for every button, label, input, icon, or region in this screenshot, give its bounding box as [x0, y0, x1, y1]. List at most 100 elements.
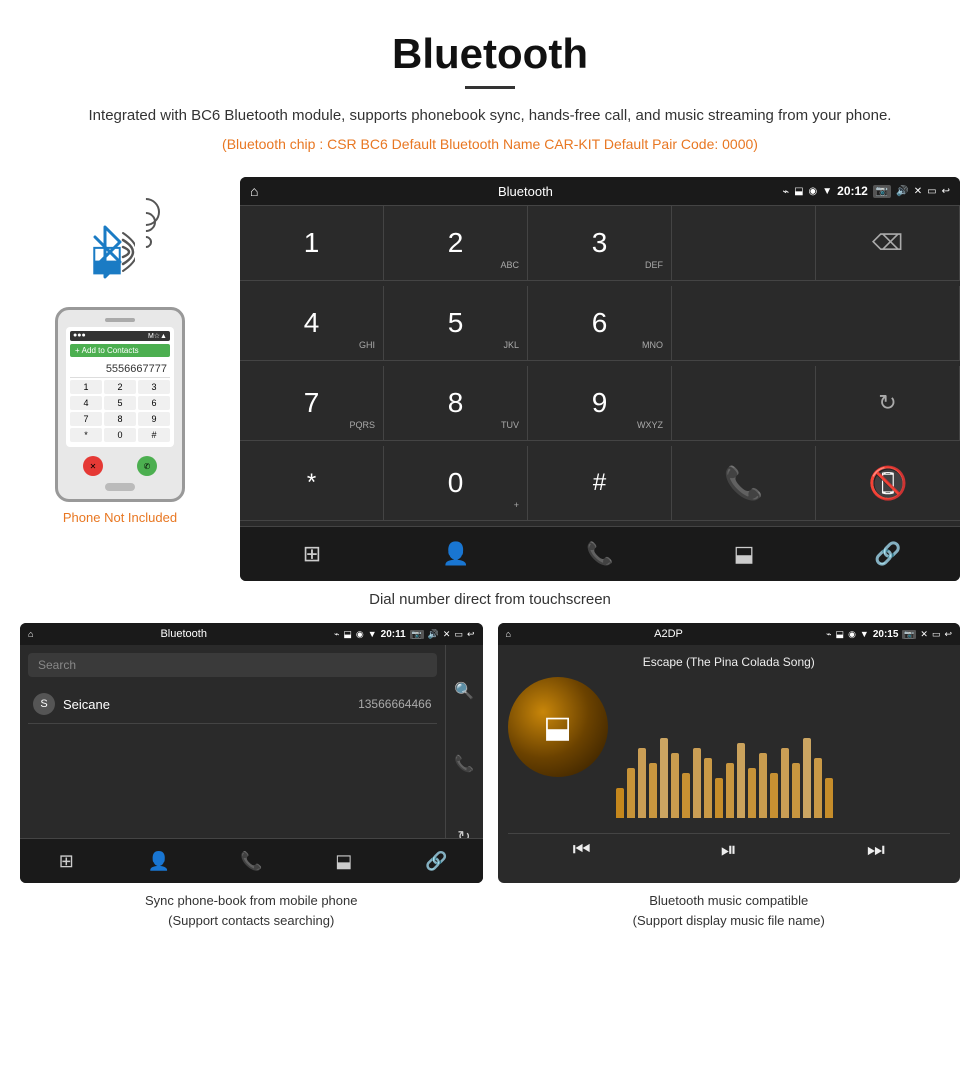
- phonebook-sig-icon: ▼: [368, 629, 377, 639]
- music-play-btn[interactable]: ⏯: [721, 839, 737, 862]
- status-icons: ⬓ ◉ ▼ 20:12 📷 🔊 ✕ ▭ ↩: [794, 184, 950, 198]
- pb-nav-phone[interactable]: 📞: [205, 839, 298, 883]
- music-bt-icon: ⬓: [836, 629, 845, 640]
- dial-key-2[interactable]: 2ABC: [384, 206, 528, 281]
- back-icon: ↩: [942, 186, 950, 197]
- dial-key-9[interactable]: 9WXYZ: [528, 366, 672, 441]
- bottom-nav-bar: ⊞ 👤 📞 ⬓ 🔗: [240, 526, 960, 581]
- nav-dialpad-icon[interactable]: ⊞: [240, 527, 384, 581]
- phone-dialpad: 1 2 3 4 5 6 7 8 9 * 0 #: [70, 380, 170, 442]
- dial-sub-5: JKL: [503, 340, 519, 350]
- phonebook-vol-icon: 🔊: [428, 629, 439, 640]
- dial-key-0[interactable]: 0+: [384, 446, 528, 521]
- page-title: Bluetooth: [60, 30, 920, 78]
- music-loc-icon: ◉: [848, 629, 856, 640]
- dial-hangup-btn[interactable]: 📵: [816, 446, 960, 521]
- phone-key-hash: #: [138, 428, 170, 442]
- dial-sub-8: TUV: [501, 420, 519, 430]
- dial-backspace[interactable]: ⌫: [816, 206, 960, 281]
- dialpad-grid: 1 2ABC 3DEF ⌫ 4GHI 5JKL 6MNO 7PQRS 8TUV …: [240, 205, 960, 526]
- contact-row: S Seicane 13566664466: [28, 685, 437, 724]
- dial-call-btn[interactable]: 📞: [672, 446, 816, 521]
- dial-key-3[interactable]: 3DEF: [528, 206, 672, 281]
- bt-symbol-svg: [85, 222, 135, 282]
- phonebook-call-icon[interactable]: 📞: [454, 754, 474, 774]
- dial-key-star[interactable]: *: [240, 446, 384, 521]
- pb-nav-link[interactable]: 🔗: [390, 839, 483, 883]
- eq-bar-9: [715, 778, 723, 818]
- phone-key-0: 0: [104, 428, 136, 442]
- eq-bar-4: [660, 738, 668, 818]
- main-status-bar: ⌂ Bluetooth ⌁ ⬓ ◉ ▼ 20:12 📷 🔊 ✕ ▭ ↩: [240, 177, 960, 205]
- dial-key-4[interactable]: 4GHI: [240, 286, 384, 361]
- phonebook-caption: Sync phone-book from mobile phone (Suppo…: [20, 891, 483, 930]
- music-x-icon: ✕: [920, 629, 928, 640]
- phonebook-home-icon: ⌂: [28, 629, 33, 639]
- pb-nav-dialpad[interactable]: ⊞: [20, 839, 113, 883]
- phonebook-screen-box: ⌂ Bluetooth ⌁ ⬓ ◉ ▼ 20:11 📷 🔊 ✕ ▭ ↩ Sear…: [20, 623, 483, 883]
- pb-nav-contacts[interactable]: 👤: [113, 839, 206, 883]
- phone-screen: ●●● M☆▲ +Add to Contacts 5556667777 1 2 …: [66, 327, 174, 447]
- eq-bar-10: [726, 763, 734, 818]
- phonebook-usb-icon: ⌁: [334, 629, 339, 640]
- eq-bar-1: [627, 768, 635, 818]
- nav-link-icon[interactable]: 🔗: [816, 527, 960, 581]
- eq-bar-5: [671, 753, 679, 818]
- eq-bar-3: [649, 763, 657, 818]
- eq-bar-6: [682, 773, 690, 818]
- bt-status-icon: ⬓: [794, 186, 803, 197]
- status-time: 20:12: [837, 184, 868, 198]
- music-caption: Bluetooth music compatible (Support disp…: [498, 891, 961, 930]
- dial-key-1[interactable]: 1: [240, 206, 384, 281]
- phone-end-btn: ✕: [83, 456, 103, 476]
- dial-sub-0: +: [514, 500, 519, 510]
- close-icon: ✕: [914, 186, 922, 197]
- nav-contacts-icon[interactable]: 👤: [384, 527, 528, 581]
- dial-refresh[interactable]: ↻: [816, 366, 960, 441]
- music-next-btn[interactable]: ⏭: [867, 839, 885, 862]
- eq-bar-14: [770, 773, 778, 818]
- album-bt-icon: ⬓: [543, 710, 571, 745]
- music-cam-icon: 📷: [902, 630, 916, 639]
- music-caption-line2: (Support display music file name): [498, 911, 961, 931]
- eq-bar-0: [616, 788, 624, 818]
- dial-sub-7: PQRS: [349, 420, 375, 430]
- dial-cell-empty-2: [672, 286, 960, 361]
- signal-icon: ▼: [822, 186, 832, 197]
- dial-key-7[interactable]: 7PQRS: [240, 366, 384, 441]
- phone-key-8: 8: [104, 412, 136, 426]
- music-prev-btn[interactable]: ⏮: [573, 839, 591, 862]
- eq-bar-17: [803, 738, 811, 818]
- dial-cell-empty-1: [672, 206, 816, 281]
- dial-key-hash[interactable]: #: [528, 446, 672, 521]
- phone-mockup: ●●● M☆▲ +Add to Contacts 5556667777 1 2 …: [55, 307, 185, 502]
- eq-bar-2: [638, 748, 646, 818]
- pb-nav-bt[interactable]: ⬓: [298, 839, 391, 883]
- nav-phone-icon[interactable]: 📞: [528, 527, 672, 581]
- dial-sub-6: MNO: [642, 340, 663, 350]
- phone-status-left: ●●●: [73, 332, 86, 340]
- bottom-screens: ⌂ Bluetooth ⌁ ⬓ ◉ ▼ 20:11 📷 🔊 ✕ ▭ ↩ Sear…: [0, 623, 980, 930]
- bt-icon-wrapper: ⬓: [80, 217, 160, 297]
- dial-key-6[interactable]: 6MNO: [528, 286, 672, 361]
- phone-key-4: 4: [70, 396, 102, 410]
- phone-key-1: 1: [70, 380, 102, 394]
- wifi-waves: [140, 222, 160, 248]
- phonebook-time: 20:11: [381, 629, 406, 640]
- phonebook-search-icon[interactable]: 🔍: [454, 681, 474, 701]
- eq-bar-15: [781, 748, 789, 818]
- dial-key-8[interactable]: 8TUV: [384, 366, 528, 441]
- music-home-icon: ⌂: [506, 629, 511, 639]
- nav-bluetooth-icon[interactable]: ⬓: [672, 527, 816, 581]
- main-phone-screen: ⌂ Bluetooth ⌁ ⬓ ◉ ▼ 20:12 📷 🔊 ✕ ▭ ↩ 1 2A…: [240, 177, 960, 581]
- page-header: Bluetooth Integrated with BC6 Bluetooth …: [0, 0, 980, 177]
- dial-key-5[interactable]: 5JKL: [384, 286, 528, 361]
- phonebook-loc-icon: ◉: [356, 629, 364, 640]
- music-content-area: Escape (The Pina Colada Song) ⬓ ⏮ ⏯ ⏭: [498, 645, 961, 877]
- volume-icon: 🔊: [896, 186, 908, 197]
- main-content-row: ⬓ ●●● M☆▲: [0, 177, 980, 581]
- album-art: ⬓: [508, 677, 608, 777]
- phonebook-search-bar[interactable]: Search: [28, 653, 437, 677]
- phone-key-9: 9: [138, 412, 170, 426]
- phone-number-display: 5556667777: [70, 361, 170, 378]
